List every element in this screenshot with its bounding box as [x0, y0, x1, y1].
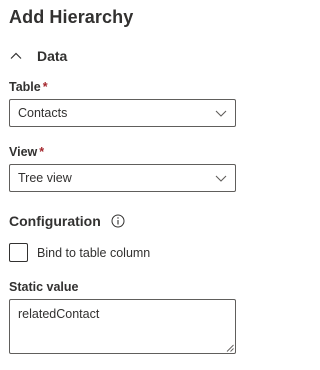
bind-to-column-checkbox[interactable] — [9, 243, 28, 262]
required-marker: * — [42, 80, 48, 94]
chevron-up-icon — [10, 52, 22, 59]
view-field-label: View * — [9, 145, 44, 159]
view-dropdown-value: Tree view — [18, 171, 72, 185]
bind-to-column-label: Bind to table column — [37, 245, 151, 260]
view-label-text: View — [9, 145, 38, 159]
data-section-label: Data — [37, 48, 68, 64]
static-value-textarea[interactable]: relatedContact — [9, 299, 236, 354]
chevron-down-icon — [215, 110, 227, 117]
info-icon[interactable] — [111, 214, 125, 228]
required-marker: * — [39, 145, 45, 159]
view-dropdown[interactable]: Tree view — [9, 164, 236, 192]
chevron-down-icon — [215, 175, 227, 182]
bind-to-column-row[interactable]: Bind to table column — [9, 243, 150, 262]
configuration-title: Configuration — [9, 213, 101, 229]
table-dropdown-value: Contacts — [18, 106, 68, 120]
resize-grip-icon[interactable] — [226, 344, 234, 352]
table-field-label: Table * — [9, 80, 48, 94]
panel-title: Add Hierarchy — [9, 7, 134, 27]
table-dropdown[interactable]: Contacts — [9, 99, 236, 127]
configuration-header: Configuration — [9, 213, 125, 229]
data-section-toggle[interactable]: Data — [9, 46, 67, 66]
table-label-text: Table — [9, 80, 41, 94]
static-value-label: Static value — [9, 280, 79, 294]
